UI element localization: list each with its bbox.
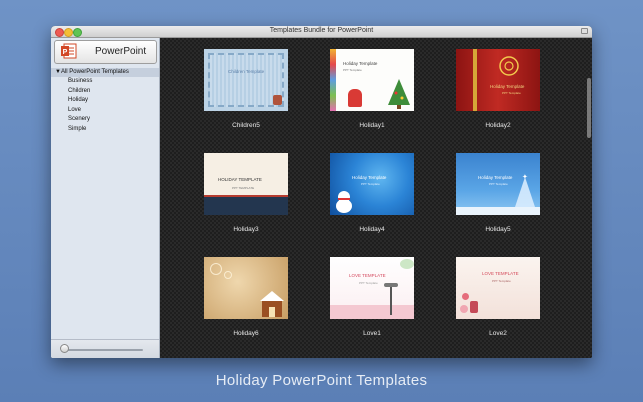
template-tile-holiday1[interactable]: Holiday Template PPT Template Holiday1	[330, 49, 414, 129]
thumbnail-subtitle: PPT Template	[361, 182, 380, 186]
template-tile-love1[interactable]: LOVE TEMPLATE PPT Template Love1	[330, 257, 414, 337]
template-thumbnail[interactable]: LOVE TEMPLATE PPT Template	[456, 257, 540, 319]
template-thumbnail[interactable]: LOVE TEMPLATE PPT Template	[330, 257, 414, 319]
category-holiday[interactable]: Holiday	[51, 96, 159, 106]
tree-root-label: All PowerPoint Templates	[60, 69, 129, 75]
window-title: Templates Bundle for PowerPoint	[269, 27, 374, 34]
template-caption: Holiday2	[485, 122, 511, 129]
template-tile-holiday5[interactable]: Holiday Template PPT Template ✦ Holiday5	[456, 153, 540, 233]
template-thumbnail[interactable]: Holiday Template PPT Template	[330, 49, 414, 111]
vertical-scrollbar[interactable]	[587, 78, 591, 138]
thumbnail-subtitle: PPT Template	[502, 91, 521, 95]
thumbnail-title: Holiday Template	[490, 84, 525, 89]
thumbnail-title: LOVE TEMPLATE	[482, 271, 519, 276]
template-thumbnail[interactable]: Holiday Template PPT Template	[330, 153, 414, 215]
thumbnail-title: Holiday Template	[478, 175, 513, 180]
svg-text:P: P	[63, 49, 68, 56]
fullscreen-button[interactable]	[581, 28, 588, 34]
powerpoint-button-label: PowerPoint	[95, 46, 147, 57]
template-caption: Holiday3	[233, 226, 259, 233]
sidebar-footer	[51, 339, 159, 358]
tree-root-all-templates[interactable]: ▼All PowerPoint Templates	[51, 68, 159, 77]
template-caption: Holiday5	[485, 226, 511, 233]
category-tree: ▼All PowerPoint Templates Business Child…	[51, 68, 159, 134]
slider-knob[interactable]	[60, 344, 69, 353]
template-tile-love2[interactable]: LOVE TEMPLATE PPT Template Love2	[456, 257, 540, 337]
template-thumbnail[interactable]: Holiday Template PPT Template	[456, 49, 540, 111]
category-love[interactable]: Love	[51, 106, 159, 116]
template-tile-children5[interactable]: Children Template Children5	[204, 49, 288, 129]
template-thumbnail[interactable]: Holiday Template PPT Template ✦	[456, 153, 540, 215]
template-tile-holiday4[interactable]: Holiday Template PPT Template Holiday4	[330, 153, 414, 233]
promo-banner-text: Holiday PowerPoint Templates	[215, 372, 428, 389]
template-caption: Love2	[489, 330, 507, 337]
category-scenery[interactable]: Scenery	[51, 115, 159, 125]
template-thumbnail[interactable]: HOLIDAY TEMPLATE PPT TEMPLATE	[204, 153, 288, 215]
template-grid: Children Template Children5 Holiday Temp…	[160, 38, 592, 358]
category-children[interactable]: Children	[51, 87, 159, 97]
template-caption: Holiday4	[359, 226, 385, 233]
thumbnail-title: Holiday Template	[343, 61, 378, 66]
thumbnail-subtitle: PPT TEMPLATE	[232, 186, 255, 190]
thumbnail-subtitle: PPT Template	[343, 68, 362, 72]
thumbnail-subtitle: PPT Template	[359, 281, 378, 285]
powerpoint-logo-icon: P	[61, 43, 77, 59]
template-tile-holiday3[interactable]: HOLIDAY TEMPLATE PPT TEMPLATE Holiday3	[204, 153, 288, 233]
thumbnail-size-slider[interactable]	[63, 349, 143, 351]
thumbnail-subtitle: PPT Template	[489, 182, 508, 186]
thumbnail-title: Children Template	[228, 69, 265, 74]
sidebar: P PowerPoint ▼All PowerPoint Templates B…	[51, 38, 160, 358]
template-tile-holiday6[interactable]: Holiday6	[204, 257, 288, 337]
thumbnail-title: HOLIDAY TEMPLATE	[218, 177, 262, 182]
title-bar[interactable]: Templates Bundle for PowerPoint	[51, 26, 592, 38]
category-simple[interactable]: Simple	[51, 125, 159, 135]
app-window: Templates Bundle for PowerPoint P PowerP…	[51, 26, 592, 358]
thumbnail-title: Holiday Template	[352, 175, 387, 180]
category-business[interactable]: Business	[51, 77, 159, 87]
powerpoint-app-button[interactable]: P PowerPoint	[54, 40, 157, 64]
template-caption: Holiday6	[233, 330, 259, 337]
template-thumbnail[interactable]	[204, 257, 288, 319]
thumbnail-title: LOVE TEMPLATE	[349, 273, 386, 278]
thumbnail-subtitle: PPT Template	[492, 279, 511, 283]
template-caption: Love1	[363, 330, 381, 337]
template-caption: Children5	[232, 122, 260, 129]
svg-text:✦: ✦	[522, 173, 528, 181]
template-caption: Holiday1	[359, 122, 385, 129]
template-tile-holiday2[interactable]: Holiday Template PPT Template Holiday2	[456, 49, 540, 129]
template-thumbnail[interactable]: Children Template	[204, 49, 288, 111]
